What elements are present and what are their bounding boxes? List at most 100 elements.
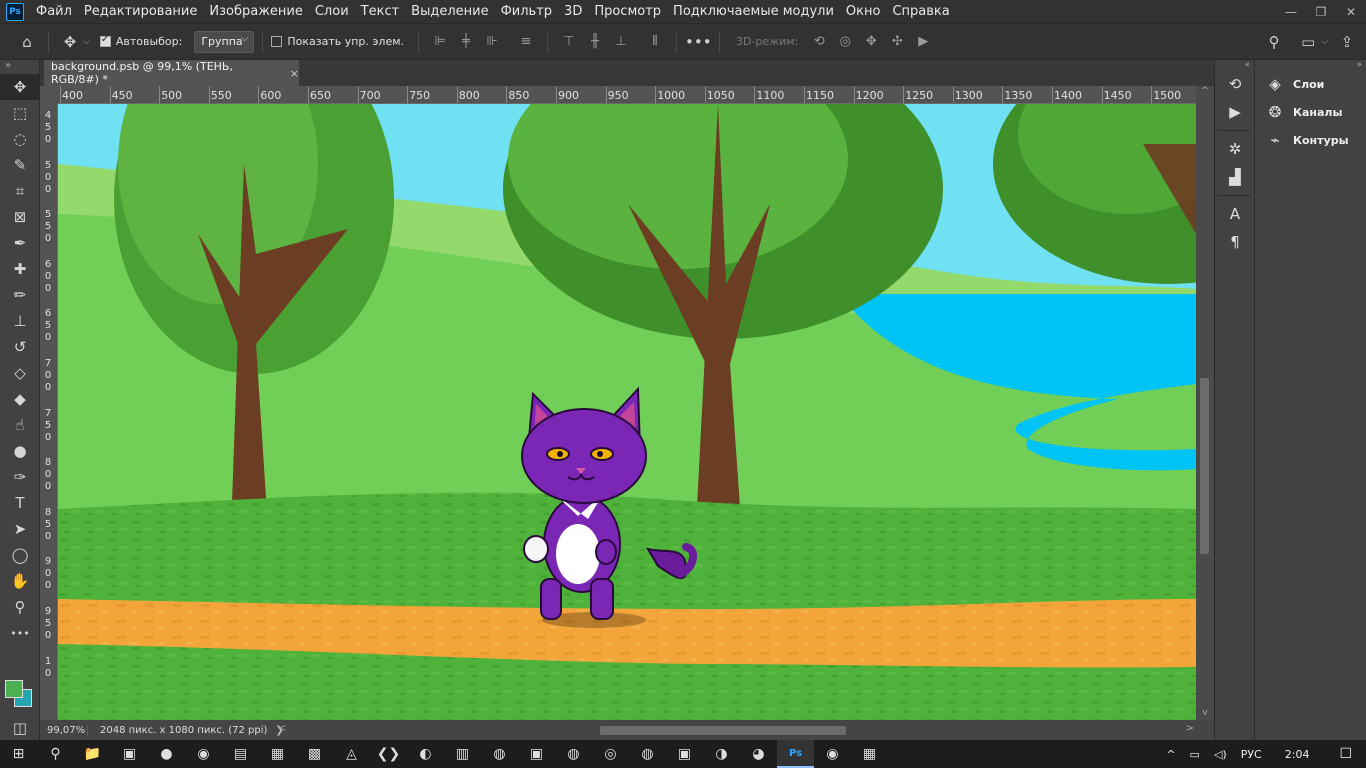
menu-item[interactable]: Изображение bbox=[203, 0, 308, 23]
menu-item[interactable]: Текст bbox=[355, 0, 406, 23]
align-right-icon[interactable]: ⊪ bbox=[479, 34, 505, 49]
camera-3d-icon[interactable]: ▶ bbox=[910, 34, 936, 49]
eraser-tool-icon[interactable]: ◇ bbox=[0, 360, 40, 386]
zoom-tool-icon[interactable]: ⚲ bbox=[0, 594, 40, 620]
taskbar-app-icon[interactable]: ❮❯ bbox=[370, 740, 407, 768]
scroll-up-icon[interactable]: ^ bbox=[1196, 86, 1214, 96]
collapse-icon[interactable]: « bbox=[1215, 60, 1254, 70]
more-options-icon[interactable]: ••• bbox=[685, 33, 712, 51]
menu-item[interactable]: Просмотр bbox=[588, 0, 667, 23]
taskbar-app-icon[interactable]: ● bbox=[148, 740, 185, 768]
search-icon[interactable]: ⚲ bbox=[37, 740, 74, 768]
slide-3d-icon[interactable]: ✣ bbox=[884, 34, 910, 49]
actions-icon[interactable]: ▶ bbox=[1215, 98, 1255, 126]
paragraph-icon[interactable]: ¶ bbox=[1215, 228, 1255, 256]
start-icon[interactable]: ⊞ bbox=[0, 740, 37, 768]
frame-tool-icon[interactable]: ⊠ bbox=[0, 204, 40, 230]
document-tab[interactable]: background.psb @ 99,1% (ТЕНЬ, RGB/8#) * … bbox=[44, 60, 299, 86]
workspace-icon[interactable]: ▭ bbox=[1295, 33, 1321, 51]
chevron-down-icon[interactable]: ⌵ bbox=[1321, 37, 1328, 47]
taskbar-app-icon[interactable]: ◬ bbox=[333, 740, 370, 768]
vertical-scrollbar[interactable]: ^ v bbox=[1196, 86, 1214, 720]
distribute-v-icon[interactable]: ⦀ bbox=[642, 34, 668, 49]
taskbar-app-icon[interactable]: ◕ bbox=[740, 740, 777, 768]
smudge-tool-icon[interactable]: ☝ bbox=[0, 412, 40, 438]
home-icon[interactable]: ⌂ bbox=[14, 33, 40, 51]
panel-tab[interactable]: ❂ Каналы bbox=[1255, 98, 1366, 126]
taskbar-app-icon[interactable]: ▥ bbox=[444, 740, 481, 768]
more-tools-icon[interactable]: ••• bbox=[0, 620, 40, 646]
align-hcenter-icon[interactable]: ╪ bbox=[453, 34, 479, 49]
taskbar-app-icon[interactable]: 📁 bbox=[74, 740, 111, 768]
autoselect-target-select[interactable]: Группа bbox=[194, 30, 255, 53]
eyedropper-tool-icon[interactable]: ✒ bbox=[0, 230, 40, 256]
taskbar-app-icon[interactable]: ▣ bbox=[518, 740, 555, 768]
taskbar-app-icon[interactable]: Ps bbox=[777, 740, 814, 768]
type-tool-icon[interactable]: T bbox=[0, 490, 40, 516]
taskbar-app-icon[interactable]: ◍ bbox=[481, 740, 518, 768]
panel-tab[interactable]: ⌁ Контуры bbox=[1255, 126, 1366, 154]
taskbar-app-icon[interactable]: ◉ bbox=[185, 740, 222, 768]
taskbar-app-icon[interactable]: ▦ bbox=[851, 740, 888, 768]
quick-mask-icon[interactable]: ◫ bbox=[0, 715, 40, 741]
taskbar-app-icon[interactable]: ▣ bbox=[111, 740, 148, 768]
taskbar-app-icon[interactable]: ◎ bbox=[592, 740, 629, 768]
pan-3d-icon[interactable]: ✥ bbox=[858, 34, 884, 49]
taskbar-app-icon[interactable]: ▩ bbox=[296, 740, 333, 768]
close-window-button[interactable]: ✕ bbox=[1336, 0, 1366, 23]
show-transform-checkbox[interactable] bbox=[271, 36, 283, 47]
clock[interactable]: 2:04 bbox=[1269, 748, 1326, 761]
taskbar-app-icon[interactable]: ◉ bbox=[814, 740, 851, 768]
brush-tool-icon[interactable]: ✏ bbox=[0, 282, 40, 308]
autoselect-checkbox[interactable] bbox=[99, 34, 111, 47]
menu-item[interactable]: Файл bbox=[30, 0, 78, 23]
search-icon[interactable]: ⚲ bbox=[1261, 33, 1287, 51]
menu-item[interactable]: Справка bbox=[886, 0, 955, 23]
scroll-left-icon[interactable]: < bbox=[278, 723, 286, 734]
taskbar-app-icon[interactable]: ◍ bbox=[629, 740, 666, 768]
taskbar-app-icon[interactable]: ◍ bbox=[555, 740, 592, 768]
menu-item[interactable]: Окно bbox=[840, 0, 887, 23]
menu-item[interactable]: 3D bbox=[558, 0, 588, 23]
histogram-icon[interactable]: ▟ bbox=[1215, 163, 1255, 191]
lasso-tool-icon[interactable]: ◌ bbox=[0, 126, 40, 152]
bucket-tool-icon[interactable]: ◆ bbox=[0, 386, 40, 412]
volume-icon[interactable]: ◁) bbox=[1207, 748, 1234, 761]
marquee-tool-icon[interactable]: ⬚ bbox=[0, 100, 40, 126]
scroll-down-icon[interactable]: v bbox=[1196, 708, 1214, 718]
menu-item[interactable]: Фильтр bbox=[495, 0, 558, 23]
menu-item[interactable]: Редактирование bbox=[78, 0, 203, 23]
shape-tool-icon[interactable]: ◯ bbox=[0, 542, 40, 568]
orbit-3d-icon[interactable]: ⟲ bbox=[806, 34, 832, 49]
close-icon[interactable]: × bbox=[290, 67, 299, 80]
document-canvas[interactable] bbox=[58, 104, 1196, 720]
properties-icon[interactable]: ✲ bbox=[1215, 135, 1255, 163]
panel-tab[interactable]: ◈ Слои bbox=[1255, 70, 1366, 98]
menu-item[interactable]: Слои bbox=[309, 0, 355, 23]
crop-tool-icon[interactable]: ⌗ bbox=[0, 178, 40, 204]
restore-button[interactable]: ❐ bbox=[1306, 0, 1336, 23]
collapse-icon[interactable]: » bbox=[0, 60, 39, 74]
move-tool-preset-icon[interactable]: ✥ bbox=[57, 33, 83, 51]
history-brush-tool-icon[interactable]: ↺ bbox=[0, 334, 40, 360]
align-vcenter-icon[interactable]: ╫ bbox=[582, 34, 608, 49]
collapse-icon[interactable]: » bbox=[1255, 60, 1366, 70]
language-indicator[interactable]: РУС bbox=[1234, 748, 1269, 761]
menu-item[interactable]: Подключаемые модули bbox=[667, 0, 840, 23]
align-bottom-icon[interactable]: ⊥ bbox=[608, 34, 634, 49]
foreground-color-swatch[interactable] bbox=[5, 680, 23, 698]
scroll-right-icon[interactable]: > bbox=[1186, 723, 1194, 734]
vertical-scroll-thumb[interactable] bbox=[1200, 378, 1209, 554]
menu-item[interactable]: Выделение bbox=[405, 0, 494, 23]
roll-3d-icon[interactable]: ◎ bbox=[832, 34, 858, 49]
healing-tool-icon[interactable]: ✚ bbox=[0, 256, 40, 282]
horizontal-scroll-thumb[interactable] bbox=[600, 726, 846, 735]
path-select-tool-icon[interactable]: ➤ bbox=[0, 516, 40, 542]
notifications-icon[interactable]: ☐ bbox=[1325, 746, 1366, 762]
share-icon[interactable]: ⇪ bbox=[1334, 33, 1360, 51]
pen-tool-icon[interactable]: ✑ bbox=[0, 464, 40, 490]
history-icon[interactable]: ⟲ bbox=[1215, 70, 1255, 98]
hand-tool-icon[interactable]: ✋ bbox=[0, 568, 40, 594]
distribute-h-icon[interactable]: ≡ bbox=[513, 34, 539, 49]
tray-chevron-icon[interactable]: ^ bbox=[1159, 748, 1182, 761]
